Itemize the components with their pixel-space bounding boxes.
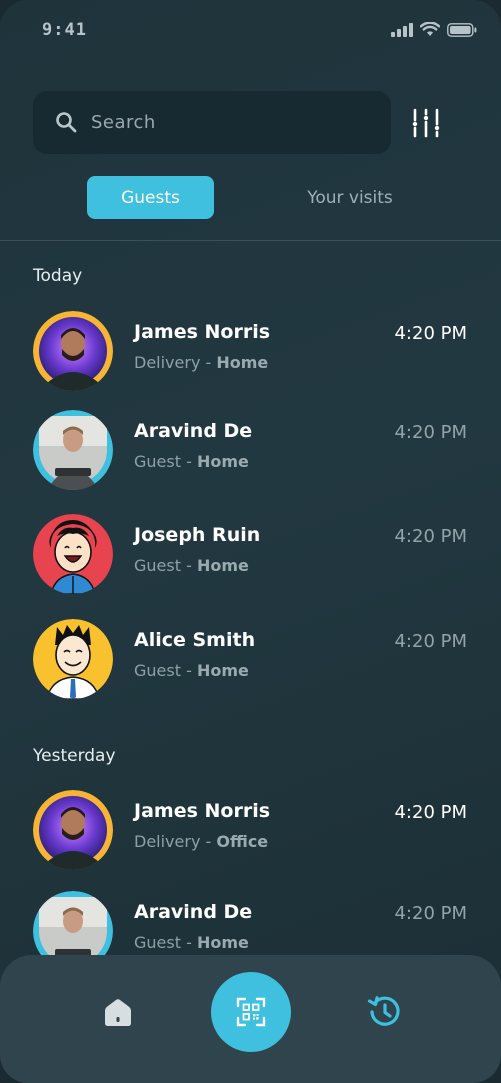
guest-detail: Guest - Home <box>134 933 249 952</box>
cartoon-laughing-man-icon <box>33 514 113 594</box>
guest-name: James Norris <box>134 800 271 822</box>
detail-separator: - <box>181 556 197 575</box>
visit-time: 4:20 PM <box>394 323 467 344</box>
section-label-today: Today <box>33 266 83 286</box>
bottom-nav <box>0 955 501 1083</box>
visit-place: Home <box>196 452 249 471</box>
status-icons <box>391 22 477 37</box>
detail-separator: - <box>181 661 197 680</box>
visit-type: Guest <box>134 661 181 680</box>
visit-time: 4:20 PM <box>394 526 467 547</box>
visit-place: Office <box>216 832 269 851</box>
photo-man-beard-icon <box>33 790 113 870</box>
status-time: 9:41 <box>42 20 87 40</box>
wifi-icon <box>420 22 440 36</box>
phone-screen: 9:41 Search Guests Your visits Today Jam… <box>0 0 501 1083</box>
list-item[interactable]: James Norris Delivery - Home 4:20 PM <box>0 311 501 401</box>
qr-scan-icon <box>236 997 266 1027</box>
guest-name: Aravind De <box>134 901 253 923</box>
detail-separator: - <box>181 933 197 952</box>
list-item[interactable]: Aravind De Guest - Home 4:20 PM <box>0 410 501 500</box>
battery-icon <box>447 22 477 37</box>
visit-time: 4:20 PM <box>394 802 467 823</box>
status-bar: 9:41 <box>0 0 501 62</box>
detail-separator: - <box>200 832 217 851</box>
qr-scan-button[interactable] <box>211 972 291 1052</box>
visit-type: Guest <box>134 556 181 575</box>
visit-place: Home <box>196 661 249 680</box>
search-input[interactable] <box>91 91 371 154</box>
search-box[interactable] <box>33 91 391 154</box>
list-item[interactable]: James Norris Delivery - Office 4:20 PM <box>0 790 501 880</box>
visit-type: Guest <box>134 933 181 952</box>
detail-separator: - <box>200 353 217 372</box>
guest-name: Joseph Ruin <box>134 524 261 546</box>
visit-time: 4:20 PM <box>394 422 467 443</box>
guest-detail: Delivery - Home <box>134 353 268 372</box>
filter-sliders-icon[interactable] <box>410 107 442 139</box>
visit-time: 4:20 PM <box>394 903 467 924</box>
visit-place: Home <box>196 933 249 952</box>
detail-separator: - <box>181 452 197 471</box>
visit-type: Delivery <box>134 832 201 851</box>
tab-guests[interactable]: Guests <box>87 176 214 219</box>
visit-type: Delivery <box>134 353 201 372</box>
guest-detail: Delivery - Office <box>134 832 268 851</box>
divider <box>0 240 501 241</box>
guest-name: James Norris <box>134 321 271 343</box>
guest-detail: Guest - Home <box>134 661 249 680</box>
section-label-yesterday: Yesterday <box>33 746 116 766</box>
search-icon <box>56 112 77 133</box>
visit-time: 4:20 PM <box>394 631 467 652</box>
tab-your-visits[interactable]: Your visits <box>280 176 420 219</box>
guest-detail: Guest - Home <box>134 452 249 471</box>
list-item[interactable]: Alice Smith Guest - Home 4:20 PM <box>0 619 501 709</box>
visit-place: Home <box>216 353 269 372</box>
guest-name: Alice Smith <box>134 629 256 651</box>
history-icon[interactable] <box>366 993 404 1031</box>
photo-man-beard-icon <box>33 311 113 391</box>
home-icon[interactable] <box>100 995 136 1031</box>
cartoon-smiling-man-icon <box>33 619 113 699</box>
guest-detail: Guest - Home <box>134 556 249 575</box>
cellular-signal-icon <box>391 22 413 37</box>
visit-type: Guest <box>134 452 181 471</box>
guest-name: Aravind De <box>134 420 253 442</box>
photo-man-laptop-icon <box>33 410 113 490</box>
visit-place: Home <box>196 556 249 575</box>
list-item[interactable]: Joseph Ruin Guest - Home 4:20 PM <box>0 514 501 604</box>
